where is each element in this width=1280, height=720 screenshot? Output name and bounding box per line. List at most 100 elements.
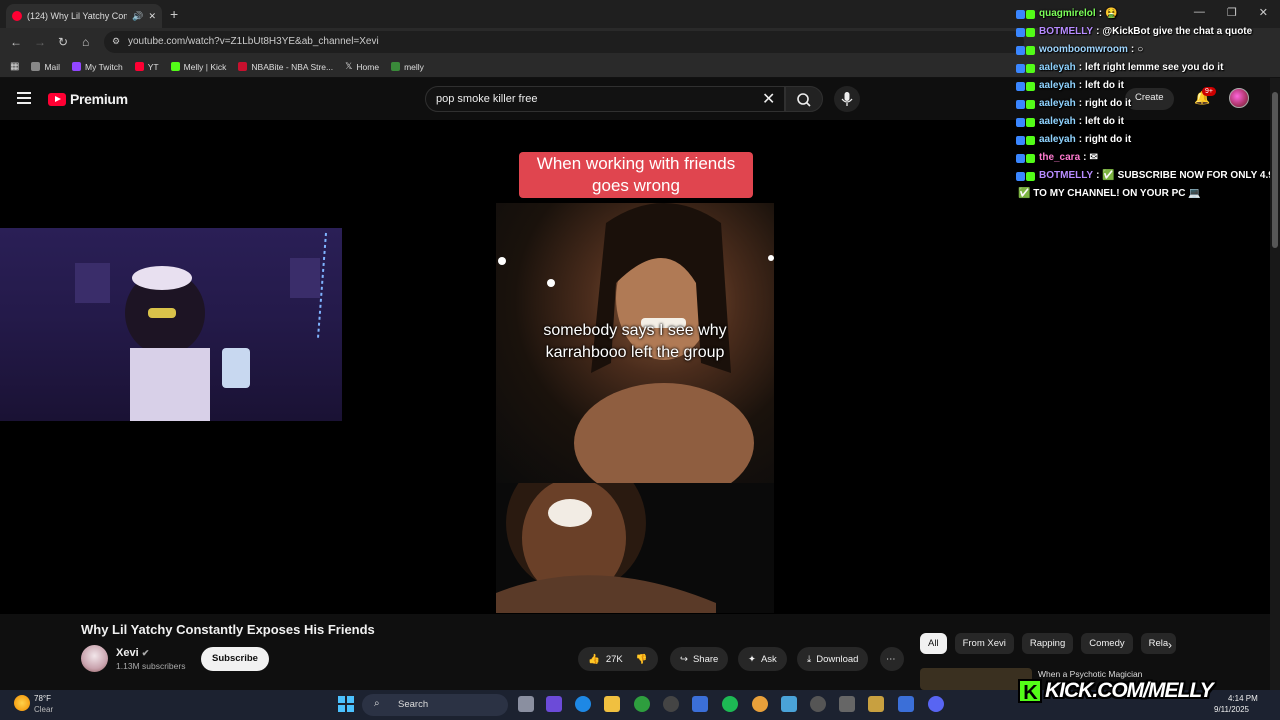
more-actions-button[interactable]: ⋯ <box>880 647 904 671</box>
bookmark-melly-kick[interactable]: Melly | Kick <box>170 62 226 72</box>
reload-icon[interactable]: ↻ <box>58 35 68 49</box>
store-icon[interactable] <box>692 696 708 712</box>
channel-name[interactable]: Xevi ✔ <box>116 647 149 659</box>
moderator-badge-icon <box>1016 63 1025 73</box>
voice-search-button[interactable] <box>834 86 860 112</box>
chat-text: ○ <box>1137 44 1144 55</box>
recommended-thumbnail[interactable] <box>920 668 1032 690</box>
chat-username: aaleyah <box>1039 116 1076 127</box>
moderator-badge-icon <box>1016 45 1025 55</box>
chat-separator: : <box>1096 26 1100 37</box>
capture-icon[interactable] <box>868 696 884 712</box>
chat-text: ✅ SUBSCRIBE NOW FOR ONLY 4.99 <box>1102 170 1280 181</box>
windows-start-icon[interactable] <box>338 696 354 712</box>
chat-separator: : <box>1096 170 1100 181</box>
file-explorer-icon[interactable] <box>604 696 620 712</box>
like-button[interactable]: 👍 27K <box>588 654 623 665</box>
kick-icon <box>170 62 180 71</box>
chat-message: aaleyah: left do it <box>1016 113 1278 131</box>
back-icon[interactable]: ← <box>10 35 22 49</box>
chat-username: BOTMELLY <box>1039 170 1094 181</box>
x-logo-icon: 𝕏 <box>345 61 353 71</box>
dislike-icon[interactable]: 👎 <box>636 654 648 665</box>
subscriber-badge-icon <box>1026 153 1035 163</box>
bookmark-yt[interactable]: YT <box>134 62 159 72</box>
chat-message: aaleyah: left right lemme see you do it <box>1016 59 1278 77</box>
chat-username: the_cara <box>1039 152 1081 163</box>
download-button[interactable]: ⤓ Download <box>797 647 869 671</box>
browser-tab[interactable]: (124) Why Lil Yatchy Consta 🔊 ✕ <box>6 4 162 28</box>
channel-avatar[interactable] <box>81 645 108 672</box>
moderator-badge-icon <box>1016 81 1025 91</box>
home-icon[interactable]: ⌂ <box>82 35 89 49</box>
chat-separator: : <box>1130 44 1135 55</box>
scrollbar-thumb[interactable] <box>1272 92 1278 248</box>
melly-icon <box>391 62 401 71</box>
bookmark-melly[interactable]: melly <box>391 62 424 72</box>
chip-comedy[interactable]: Comedy <box>1081 633 1133 654</box>
chat-text: ✉ <box>1089 152 1098 163</box>
photos-icon[interactable] <box>781 696 797 712</box>
chat-separator: : <box>1078 116 1083 127</box>
chat-message: BOTMELLY: ✅ SUBSCRIBE NOW FOR ONLY 4.99 <box>1016 167 1280 185</box>
tab-close-icon[interactable]: ✕ <box>148 11 156 22</box>
edge-icon[interactable] <box>575 696 591 712</box>
tab-audio-icon[interactable]: 🔊 <box>132 11 143 22</box>
search-button[interactable] <box>785 86 823 112</box>
chat-username: aaleyah <box>1039 62 1076 73</box>
streamer-webcam <box>0 228 342 421</box>
kick-watermark: K KICK.COM/MELLY <box>1018 677 1214 705</box>
chat-username: aaleyah <box>1039 98 1076 109</box>
bookmark-nbabite[interactable]: NBABite - NBA Stre... <box>238 62 333 72</box>
clock-time[interactable]: 4:14 PM <box>1228 694 1258 703</box>
chat-text: left do it <box>1085 80 1124 91</box>
new-tab-icon[interactable]: + <box>170 6 178 22</box>
security-icon[interactable] <box>898 696 914 712</box>
clock-date[interactable]: 9/11/2025 <box>1214 705 1249 714</box>
youtube-premium-logo[interactable]: Premium <box>48 91 128 107</box>
recommendation-chips: All From Xevi Rapping Comedy Rela <box>920 633 1177 654</box>
chat-badges <box>1016 9 1035 19</box>
subscribe-button[interactable]: Subscribe <box>201 647 269 671</box>
sparkle-icon: ✦ <box>748 653 756 665</box>
video-caption-label: When working with friends goes wrong <box>519 152 753 198</box>
weather-sun-icon[interactable] <box>14 695 30 711</box>
bookmark-home[interactable]: 𝕏 Home <box>345 61 379 72</box>
discord-icon[interactable] <box>928 696 944 712</box>
chat-text: 🤮 <box>1105 8 1118 19</box>
remote-icon[interactable] <box>839 696 855 712</box>
chrome-icon[interactable] <box>752 696 768 712</box>
twitch-icon <box>72 62 82 71</box>
chat-username: woomboomwroom <box>1039 44 1128 55</box>
spotify-icon[interactable] <box>722 696 738 712</box>
menu-icon[interactable] <box>17 92 31 104</box>
chat-text: left do it <box>1085 116 1124 127</box>
chat-separator: : <box>1083 152 1087 163</box>
site-info-icon[interactable]: ⚙ <box>112 36 120 47</box>
bookmark-my-twitch[interactable]: My Twitch <box>72 62 123 72</box>
bookmark-mail[interactable]: Mail <box>31 62 60 72</box>
subscriber-badge-icon <box>1026 45 1035 55</box>
chip-rapping[interactable]: Rapping <box>1021 633 1074 654</box>
xbox-icon[interactable] <box>634 696 650 712</box>
task-view-icon[interactable] <box>518 696 534 712</box>
forward-icon[interactable]: → <box>34 35 46 49</box>
chip-all[interactable]: All <box>920 633 947 654</box>
taskbar-search[interactable]: ⌕ Search <box>362 694 508 716</box>
chat-message: the_cara: ✉ <box>1016 149 1278 167</box>
moderator-badge-icon <box>1016 27 1025 37</box>
moderator-badge-icon <box>1016 117 1025 127</box>
copilot-icon[interactable] <box>546 696 562 712</box>
url-field[interactable]: ⚙ youtube.com/watch?v=Z1LbUt8H3YE&ab_cha… <box>104 31 1024 53</box>
apps-grid-icon[interactable]: ▦ <box>10 61 19 72</box>
ask-button[interactable]: ✦ Ask <box>738 647 787 671</box>
chip-from-xevi[interactable]: From Xevi <box>954 633 1014 654</box>
search-input[interactable]: pop smoke killer free <box>425 86 785 112</box>
subscriber-badge-icon <box>1026 81 1035 91</box>
chevron-right-icon[interactable]: › <box>1168 638 1172 652</box>
share-button[interactable]: ↪ Share <box>670 647 729 671</box>
media-player-icon[interactable] <box>810 696 826 712</box>
obs-icon[interactable] <box>663 696 679 712</box>
chat-username: BOTMELLY <box>1039 26 1094 37</box>
clear-search-icon[interactable]: ✕ <box>762 89 775 109</box>
